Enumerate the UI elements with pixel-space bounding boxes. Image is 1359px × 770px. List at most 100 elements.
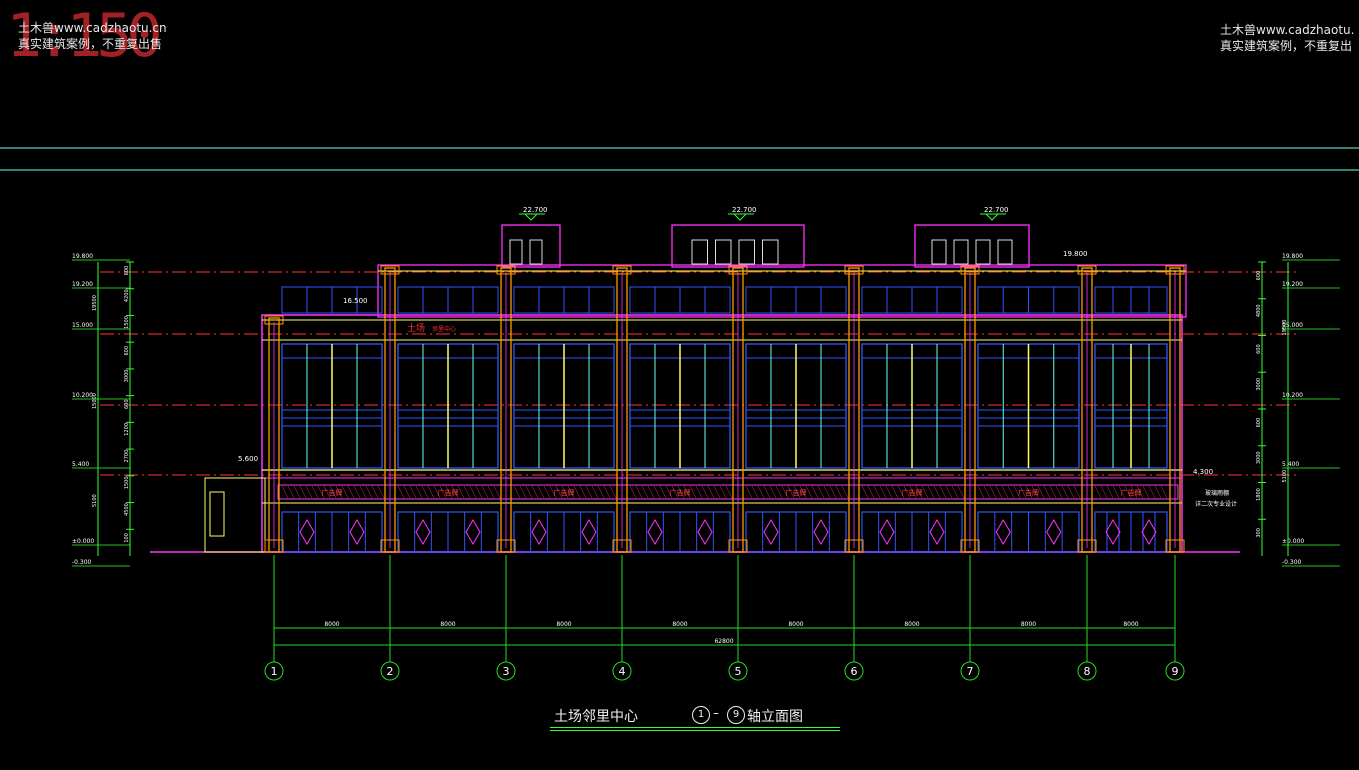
sign-hatch	[977, 485, 985, 499]
sign-hatch	[475, 485, 483, 499]
sign-hatch	[719, 485, 727, 499]
sign-hatch	[921, 485, 929, 499]
level-text: 19.200	[72, 281, 93, 288]
parapet-level-text: 16.500	[343, 297, 368, 305]
sign-hatch	[757, 485, 765, 499]
sign-hatch	[641, 485, 649, 499]
upper-floor-outline	[377, 264, 1187, 318]
dim-text-inner: 2700	[124, 450, 130, 463]
shop-sign-label: 广告牌	[786, 488, 807, 497]
axis-label: 4	[619, 665, 626, 678]
sign-hatch	[371, 485, 379, 499]
level-text: ±0.000	[72, 538, 94, 545]
dim-text-inner: 4800	[1256, 304, 1262, 317]
sign-hatch	[659, 485, 667, 499]
dim-text-inner: 3000	[1256, 378, 1262, 391]
cad-viewport[interactable]: { "watermark_left": {"line1": "土木兽www.ca…	[0, 0, 1359, 770]
sign-hatch	[867, 485, 875, 499]
level-text: 19.800	[1282, 253, 1303, 260]
sign-hatch	[951, 485, 959, 499]
dim-text-inner: 1800	[1256, 488, 1262, 501]
axis-circle-to: 9	[727, 706, 745, 724]
sign-hatch	[763, 485, 771, 499]
door-diamond	[349, 519, 365, 545]
sign-hatch	[603, 485, 611, 499]
level-text: 19.200	[1282, 281, 1303, 288]
sign-hatch	[299, 485, 307, 499]
dim-text-inner: 3000	[124, 370, 130, 383]
dim-text-inner: 4200	[124, 289, 130, 302]
sign-hatch	[481, 485, 489, 499]
sign-hatch	[281, 485, 289, 499]
sign-hatch	[751, 485, 759, 499]
door-diamond	[929, 519, 945, 545]
sign-hatch	[879, 485, 887, 499]
axis-label: 2	[387, 665, 394, 678]
axis-from-label: 1	[697, 709, 705, 720]
span-dimension: 8000	[904, 621, 919, 628]
span-dimension: 8000	[440, 621, 455, 628]
roof-box-1	[501, 224, 561, 268]
dim-text-inner: 1500	[124, 476, 130, 489]
total-dimension: 62800	[714, 638, 733, 645]
span-dimension: 8000	[788, 621, 803, 628]
sign-hatch	[1001, 485, 1009, 499]
sign-hatch	[1043, 485, 1051, 499]
sign-hatch	[817, 485, 825, 499]
sign-hatch	[695, 485, 703, 499]
sign-hatch	[769, 485, 777, 499]
roof-window	[529, 239, 543, 265]
level-text: 19.800	[72, 253, 93, 260]
roof-level-text: 22.700	[523, 206, 548, 214]
title-underline-2	[550, 730, 840, 731]
level-text: 5.400	[1282, 461, 1299, 468]
roof-window	[953, 239, 969, 265]
canopy-right-level-text: 4.300	[1193, 468, 1213, 476]
sign-hatch	[933, 485, 941, 499]
sign-hatch	[835, 485, 843, 499]
level-text: -0.300	[72, 559, 92, 566]
level-text: 10.200	[72, 392, 93, 399]
right-note-1: 玻璃雨棚	[1205, 489, 1229, 497]
axis-label: 1	[271, 665, 278, 678]
sign-hatch	[415, 485, 423, 499]
sign-hatch	[597, 485, 605, 499]
dim-text-inner: 100	[124, 533, 130, 543]
sign-hatch	[293, 485, 301, 499]
span-dimension: 8000	[324, 621, 339, 628]
sign-hatch	[957, 485, 965, 499]
sign-hatch	[701, 485, 709, 499]
door-diamond	[465, 519, 481, 545]
sign-hatch	[1061, 485, 1069, 499]
roof-window	[691, 239, 708, 265]
title-block: 土场邻里中心 1 – 9 轴立面图	[550, 706, 850, 736]
level-text: 15.000	[72, 322, 93, 329]
sign-hatch	[841, 485, 849, 499]
sign-hatch	[531, 485, 539, 499]
sign-hatch	[341, 485, 349, 499]
sign-hatch	[647, 485, 655, 499]
dim-text-outer: 19500	[92, 295, 98, 311]
dim-text-inner: 600	[124, 399, 130, 409]
sign-hatch	[927, 485, 935, 499]
level-text: -0.300	[1282, 559, 1302, 566]
dim-text-inner: 300	[1256, 528, 1262, 538]
axis-label: 9	[1172, 665, 1179, 678]
door-diamond	[581, 519, 597, 545]
sign-hatch	[409, 485, 417, 499]
sign-hatch	[585, 485, 593, 499]
shop-sign-label: 广告牌	[1121, 488, 1142, 497]
sign-hatch	[1100, 485, 1108, 499]
sign-hatch	[939, 485, 947, 499]
sign-hatch	[537, 485, 545, 499]
door-diamond	[531, 519, 547, 545]
sign-hatch	[513, 485, 521, 499]
sign-hatch	[653, 485, 661, 499]
sign-hatch	[823, 485, 831, 499]
sign-hatch	[989, 485, 997, 499]
level-text: ±0.000	[1282, 538, 1304, 545]
canopy-left-level-text: 5.600	[238, 455, 258, 463]
span-dimension: 8000	[672, 621, 687, 628]
roof-window	[997, 239, 1013, 265]
roof-level-marker	[523, 213, 539, 221]
